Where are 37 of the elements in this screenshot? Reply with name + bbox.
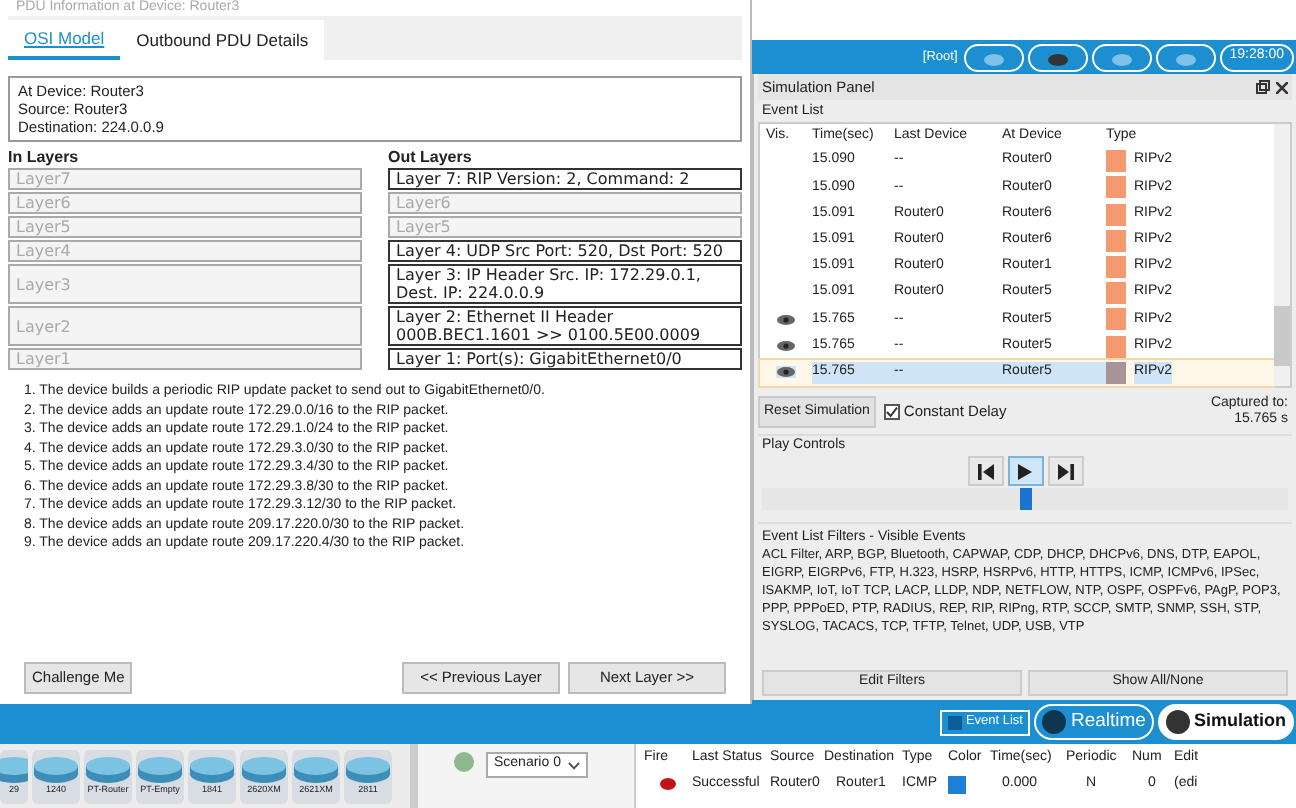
eye-icon[interactable] (776, 313, 796, 326)
router-icon (136, 756, 184, 784)
eye-icon[interactable] (776, 366, 796, 379)
toolbar-pill-button[interactable] (1027, 43, 1088, 71)
undock-icon[interactable] (1256, 80, 1270, 94)
play-button[interactable] (1007, 456, 1043, 486)
skip-back-icon (977, 463, 993, 479)
mode-tab[interactable]: Simulation (1157, 704, 1294, 740)
forward-button[interactable] (1047, 456, 1083, 486)
list-icon (947, 715, 962, 729)
router-icon (240, 756, 288, 784)
layers-heading: Out Layers (388, 148, 474, 166)
router-icon (188, 756, 236, 784)
layer-row[interactable]: Layer 1: Port(s): GigabitEthernet0/0 (388, 348, 742, 370)
layer-row[interactable]: Layer 2: Ethernet II Header 000B.BEC1.1601 >> 0100.5E00.0009 (388, 306, 742, 346)
router-icon (344, 756, 392, 784)
close-icon[interactable] (1276, 81, 1288, 93)
router-icon (84, 756, 132, 784)
speed-slider-thumb[interactable] (1019, 488, 1031, 510)
scrollbar[interactable] (1274, 124, 1290, 386)
check-icon (885, 406, 898, 418)
chevron-down-icon (568, 761, 581, 769)
checkbox[interactable] (883, 404, 900, 420)
back-button[interactable] (967, 456, 1003, 486)
eye-icon[interactable] (776, 340, 796, 353)
layers-heading: In Layers (8, 148, 81, 166)
skip-forward-icon (1057, 463, 1073, 479)
tab[interactable]: Outbound PDU Details (120, 20, 325, 60)
router-icon (32, 756, 80, 784)
layer-row[interactable]: Layer 7: RIP Version: 2, Command: 2 (388, 168, 742, 190)
fire-dot-icon[interactable] (660, 778, 676, 790)
router-icon (292, 756, 340, 784)
play-icon (1018, 463, 1032, 479)
mode-tab[interactable]: Realtime (1034, 704, 1154, 740)
layer-row[interactable]: Layer 4: UDP Src Port: 520, Dst Port: 520 (388, 240, 742, 262)
layer-row[interactable]: Layer 3: IP Header Src. IP: 172.29.0.1, Dest. IP: 224.0.0.9 (388, 264, 742, 304)
tab[interactable]: OSI Model (8, 20, 121, 60)
